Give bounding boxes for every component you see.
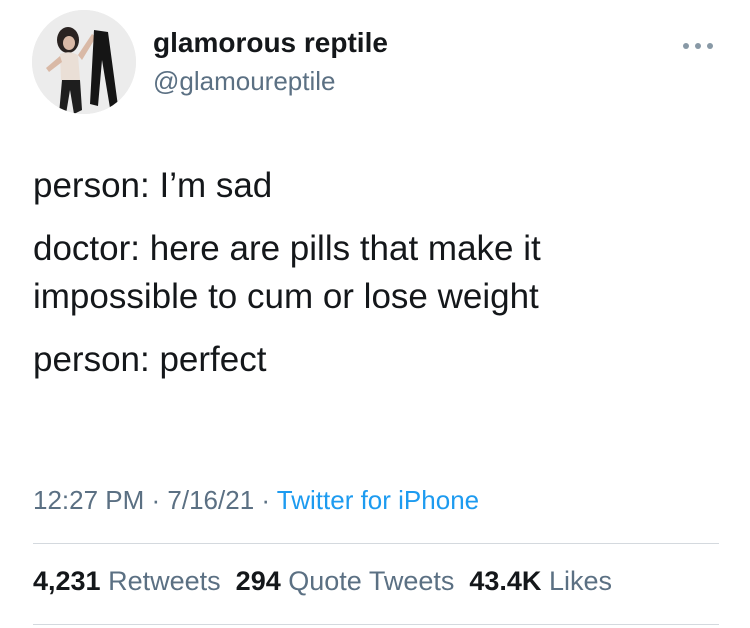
divider (33, 543, 719, 544)
tweet-paragraph: doctor: here are pills that make it impo… (33, 229, 541, 316)
tweet-paragraph: person: perfect (33, 340, 267, 379)
likes-count: 43.4K (469, 566, 542, 596)
user-handle[interactable]: @glamoureptile (153, 66, 335, 97)
meta-separator: · (254, 485, 277, 515)
tweet-source-link[interactable]: Twitter for iPhone (277, 485, 479, 515)
avatar[interactable] (32, 10, 136, 114)
likes-stat[interactable]: 43.4K Likes (469, 566, 612, 596)
likes-label: Likes (548, 566, 612, 596)
quote-tweets-stat[interactable]: 294 Quote Tweets (236, 566, 455, 596)
meta-separator: · (144, 485, 168, 515)
tweet-text: person: I’m sad doctor: here are pills t… (33, 162, 733, 399)
more-dots-icon[interactable] (680, 40, 716, 52)
retweets-count: 4,231 (33, 566, 101, 596)
avatar-photo-icon (32, 10, 136, 114)
display-name[interactable]: glamorous reptile (153, 27, 388, 59)
tweet-stats: 4,231 Retweets 294 Quote Tweets 43.4K Li… (33, 566, 612, 597)
quote-tweets-label: Quote Tweets (288, 566, 455, 596)
quote-tweets-count: 294 (235, 566, 281, 596)
tweet-meta: 12:27 PM · 7/16/21 · Twitter for iPhone (33, 485, 479, 516)
retweets-label: Retweets (108, 566, 221, 596)
divider (33, 624, 719, 625)
tweet-time[interactable]: 12:27 PM (33, 485, 144, 515)
tweet-date[interactable]: 7/16/21 (167, 485, 254, 515)
retweets-stat[interactable]: 4,231 Retweets (33, 566, 221, 596)
tweet-paragraph: person: I’m sad (33, 166, 273, 205)
